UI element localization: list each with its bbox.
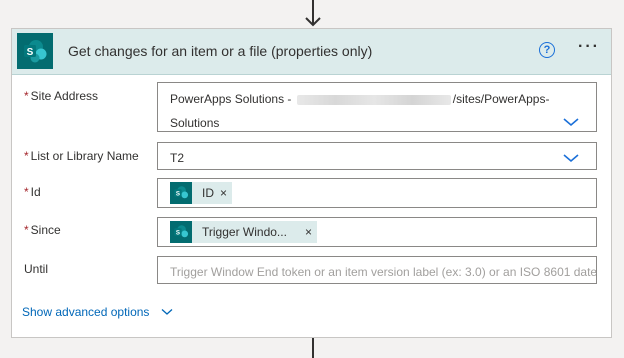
until-input[interactable]: Trigger Window End token or an item vers… xyxy=(157,256,597,284)
svg-text:S: S xyxy=(176,229,180,236)
svg-text:S: S xyxy=(176,190,180,197)
id-dynamic-token[interactable]: S ID × xyxy=(170,182,233,204)
id-label-text: Id xyxy=(30,185,41,199)
required-marker: * xyxy=(24,89,29,103)
sharepoint-icon: S xyxy=(170,221,192,243)
site-address-value-prefix: PowerApps Solutions - xyxy=(170,92,295,106)
list-library-label-text: List or Library Name xyxy=(30,149,139,163)
help-icon[interactable]: ? xyxy=(539,42,555,58)
action-card: S Get changes for an item or a file (pro… xyxy=(11,28,612,338)
required-marker: * xyxy=(24,223,29,237)
site-address-value-line2: Solutions xyxy=(170,116,220,130)
id-label: * Id xyxy=(24,185,41,199)
flow-connector-line xyxy=(312,338,314,358)
sharepoint-icon: S xyxy=(170,182,192,204)
site-address-value-line1: PowerApps Solutions - /sites/PowerApps- xyxy=(170,92,549,106)
since-input[interactable]: S Trigger Windo... × xyxy=(157,217,597,247)
site-address-label: * Site Address xyxy=(24,89,98,103)
svg-text:S: S xyxy=(27,47,34,58)
sharepoint-icon: S xyxy=(17,33,53,69)
until-label-text: Until xyxy=(24,262,49,276)
token-label: Trigger Windo... xyxy=(202,225,287,239)
site-address-value-suffix: /sites/PowerApps- xyxy=(452,92,550,106)
action-header[interactable]: S Get changes for an item or a file (pro… xyxy=(12,29,611,75)
list-library-value: T2 xyxy=(170,151,185,165)
list-library-label: * List or Library Name xyxy=(24,149,139,163)
until-placeholder: Trigger Window End token or an item vers… xyxy=(170,265,597,279)
since-dynamic-token[interactable]: S Trigger Windo... × xyxy=(170,221,317,243)
site-address-dropdown[interactable]: PowerApps Solutions - /sites/PowerApps- … xyxy=(157,82,597,132)
since-label-text: Since xyxy=(30,223,61,237)
flow-arrow-down-icon xyxy=(305,0,321,27)
since-label: * Since xyxy=(24,223,61,237)
action-title: Get changes for an item or a file (prope… xyxy=(68,43,373,59)
redacted-url xyxy=(296,94,451,105)
required-marker: * xyxy=(24,149,29,163)
show-advanced-options-link[interactable]: Show advanced options xyxy=(22,305,173,319)
list-library-dropdown[interactable]: T2 xyxy=(157,142,597,170)
chevron-down-icon[interactable] xyxy=(563,153,579,163)
id-input[interactable]: S ID × xyxy=(157,178,597,208)
show-advanced-options-label: Show advanced options xyxy=(22,305,150,319)
more-options-icon[interactable]: ··· xyxy=(578,38,600,56)
remove-token-icon[interactable]: × xyxy=(220,186,227,200)
chevron-down-icon[interactable] xyxy=(563,117,579,127)
required-marker: * xyxy=(24,185,29,199)
remove-token-icon[interactable]: × xyxy=(305,225,312,239)
chevron-down-icon xyxy=(162,309,173,315)
until-label: Until xyxy=(24,262,48,276)
site-address-label-text: Site Address xyxy=(30,89,99,103)
token-label: ID xyxy=(202,186,214,200)
